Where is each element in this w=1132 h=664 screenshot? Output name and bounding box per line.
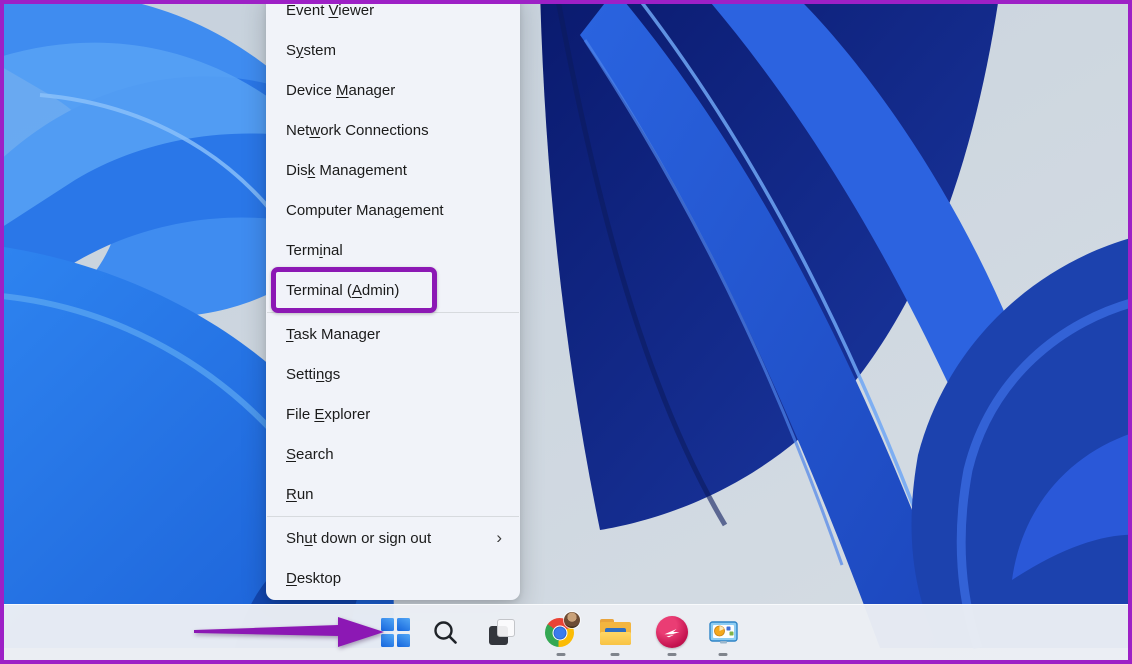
- menu-item-disk-management[interactable]: Disk Management: [266, 150, 520, 190]
- profile-avatar: [564, 612, 580, 628]
- menu-item-label: Disk Management: [286, 162, 407, 179]
- menu-separator: [267, 516, 519, 517]
- arrow-annotation: [190, 613, 390, 651]
- wallpaper: [0, 0, 1132, 664]
- menu-item-system[interactable]: System: [266, 30, 520, 70]
- menu-item-label: Run: [286, 486, 314, 503]
- mail-app-icon: [656, 616, 688, 648]
- file-explorer-button[interactable]: [598, 615, 632, 649]
- chrome-button[interactable]: [544, 615, 578, 649]
- menu-item-label: Search: [286, 446, 334, 463]
- file-explorer-icon: [600, 619, 631, 645]
- menu-item-device-manager[interactable]: Device Manager: [266, 70, 520, 110]
- menu-item-task-manager[interactable]: Task Manager: [266, 314, 520, 354]
- menu-item-terminal-admin[interactable]: Terminal (Admin): [266, 270, 520, 310]
- menu-item-run[interactable]: Run: [266, 474, 520, 514]
- menu-item-label: Terminal (Admin): [286, 282, 399, 299]
- menu-item-event-viewer[interactable]: Event Viewer: [266, 0, 520, 30]
- menu-item-desktop[interactable]: Desktop: [266, 558, 520, 598]
- menu-item-label: Event Viewer: [286, 2, 374, 19]
- menu-item-label: File Explorer: [286, 406, 370, 423]
- menu-item-settings[interactable]: Settings: [266, 354, 520, 394]
- system-monitor-icon: [708, 617, 739, 648]
- search-icon: [432, 619, 459, 646]
- running-indicator: [668, 653, 677, 656]
- running-indicator: [719, 653, 728, 656]
- menu-item-label: Shut down or sign out: [286, 530, 431, 547]
- chrome-icon: [544, 615, 578, 649]
- menu-item-search[interactable]: Search: [266, 434, 520, 474]
- running-indicator: [611, 653, 620, 656]
- submenu-chevron-icon: ›: [496, 529, 502, 546]
- menu-item-label: Task Manager: [286, 326, 380, 343]
- menu-item-label: System: [286, 42, 336, 59]
- menu-item-label: Desktop: [286, 570, 341, 587]
- task-view-button[interactable]: [485, 615, 519, 649]
- mail-app-button[interactable]: [655, 615, 689, 649]
- menu-item-shut-down-or-sign-out[interactable]: Shut down or sign out ›: [266, 518, 520, 558]
- search-button[interactable]: [428, 615, 462, 649]
- menu-item-file-explorer[interactable]: File Explorer: [266, 394, 520, 434]
- system-monitor-button[interactable]: [706, 615, 740, 649]
- menu-separator: [267, 312, 519, 313]
- taskbar: [0, 604, 1132, 660]
- task-view-icon: [488, 618, 516, 646]
- menu-item-label: Computer Management: [286, 202, 444, 219]
- menu-item-computer-management[interactable]: Computer Management: [266, 190, 520, 230]
- menu-item-label: Terminal: [286, 242, 343, 259]
- running-indicator: [557, 653, 566, 656]
- menu-item-label: Network Connections: [286, 122, 429, 139]
- menu-item-label: Settings: [286, 366, 340, 383]
- menu-item-terminal[interactable]: Terminal: [266, 230, 520, 270]
- winx-menu: Event Viewer System Device Manager Network …: [266, 0, 520, 600]
- menu-item-network-connections[interactable]: Network Connections: [266, 110, 520, 150]
- menu-item-label: Device Manager: [286, 82, 395, 99]
- desktop-screen: Event Viewer System Device Manager Network …: [0, 0, 1132, 664]
